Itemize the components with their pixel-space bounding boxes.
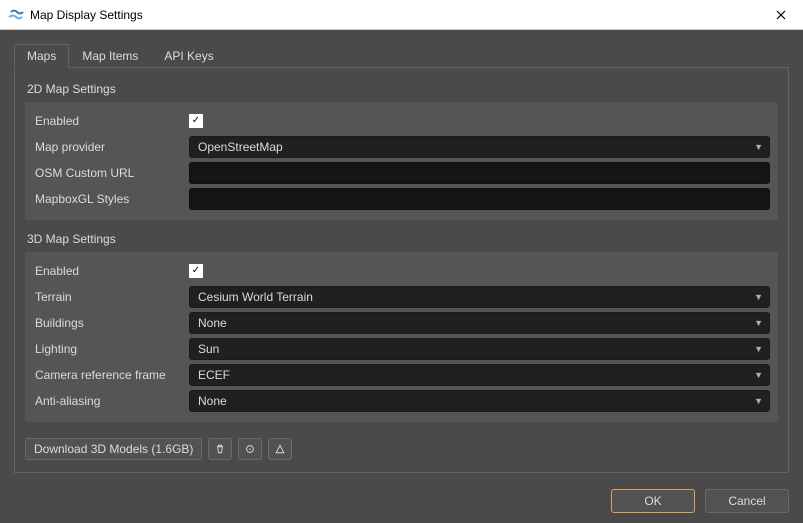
input-osm-custom-url[interactable] bbox=[189, 162, 770, 184]
chevron-down-icon: ▼ bbox=[754, 370, 763, 380]
chevron-down-icon: ▼ bbox=[754, 292, 763, 302]
input-mapboxgl-styles[interactable] bbox=[189, 188, 770, 210]
select-camera-ref-frame[interactable]: ECEF ▼ bbox=[189, 364, 770, 386]
label-lighting: Lighting bbox=[33, 340, 183, 358]
label-osm-custom-url: OSM Custom URL bbox=[33, 164, 183, 182]
select-map-provider[interactable]: OpenStreetMap ▼ bbox=[189, 136, 770, 158]
cancel-button[interactable]: Cancel bbox=[705, 489, 789, 513]
download-3d-models-button[interactable]: Download 3D Models (1.6GB) bbox=[25, 438, 202, 460]
select-buildings[interactable]: None ▼ bbox=[189, 312, 770, 334]
close-icon bbox=[776, 10, 786, 20]
ok-button-label: OK bbox=[644, 494, 661, 508]
select-lighting[interactable]: Sun ▼ bbox=[189, 338, 770, 360]
section-title-2d: 2D Map Settings bbox=[27, 82, 778, 96]
download-3d-models-label: Download 3D Models (1.6GB) bbox=[34, 442, 193, 456]
model-actions-row: Download 3D Models (1.6GB) bbox=[25, 438, 778, 460]
select-anti-aliasing[interactable]: None ▼ bbox=[189, 390, 770, 412]
label-2d-enabled: Enabled bbox=[33, 112, 183, 130]
dialog-body: Maps Map Items API Keys 2D Map Settings … bbox=[0, 30, 803, 523]
label-mapboxgl-styles: MapboxGL Styles bbox=[33, 190, 183, 208]
select-lighting-value: Sun bbox=[198, 342, 219, 356]
tab-api-keys[interactable]: API Keys bbox=[151, 44, 226, 68]
dialog-buttons: OK Cancel bbox=[14, 473, 789, 513]
cancel-button-label: Cancel bbox=[728, 494, 765, 508]
tab-maps[interactable]: Maps bbox=[14, 44, 69, 69]
chevron-down-icon: ▼ bbox=[754, 396, 763, 406]
select-buildings-value: None bbox=[198, 316, 227, 330]
section-3d-map-settings: 3D Map Settings Enabled ✓ Terrain Cesium… bbox=[15, 232, 788, 428]
chevron-down-icon: ▼ bbox=[754, 142, 763, 152]
select-camera-ref-frame-value: ECEF bbox=[198, 368, 230, 382]
label-3d-enabled: Enabled bbox=[33, 262, 183, 280]
triangle-button[interactable] bbox=[268, 438, 292, 460]
label-map-provider: Map provider bbox=[33, 138, 183, 156]
titlebar: Map Display Settings bbox=[0, 0, 803, 30]
label-buildings: Buildings bbox=[33, 314, 183, 332]
form-3d: Enabled ✓ Terrain Cesium World Terrain ▼… bbox=[25, 252, 778, 422]
select-terrain[interactable]: Cesium World Terrain ▼ bbox=[189, 286, 770, 308]
select-anti-aliasing-value: None bbox=[198, 394, 227, 408]
checkbox-2d-enabled[interactable]: ✓ bbox=[189, 114, 203, 128]
tab-api-keys-label: API Keys bbox=[164, 49, 213, 63]
window-title: Map Display Settings bbox=[30, 8, 765, 22]
label-anti-aliasing: Anti-aliasing bbox=[33, 392, 183, 410]
target-icon bbox=[244, 443, 256, 455]
tab-maps-label: Maps bbox=[27, 49, 56, 63]
select-terrain-value: Cesium World Terrain bbox=[198, 290, 313, 304]
ok-button[interactable]: OK bbox=[611, 489, 695, 513]
tabs: Maps Map Items API Keys bbox=[14, 44, 789, 68]
triangle-icon bbox=[274, 443, 286, 455]
chevron-down-icon: ▼ bbox=[754, 344, 763, 354]
select-map-provider-value: OpenStreetMap bbox=[198, 140, 283, 154]
section-2d-map-settings: 2D Map Settings Enabled ✓ Map provider O… bbox=[15, 68, 788, 226]
tab-map-items-label: Map Items bbox=[82, 49, 138, 63]
tab-panel-maps: 2D Map Settings Enabled ✓ Map provider O… bbox=[14, 68, 789, 473]
label-terrain: Terrain bbox=[33, 288, 183, 306]
section-title-3d: 3D Map Settings bbox=[27, 232, 778, 246]
form-2d: Enabled ✓ Map provider OpenStreetMap ▼ O… bbox=[25, 102, 778, 220]
chevron-down-icon: ▼ bbox=[754, 318, 763, 328]
recenter-button[interactable] bbox=[238, 438, 262, 460]
trash-icon bbox=[214, 443, 226, 455]
delete-models-button[interactable] bbox=[208, 438, 232, 460]
checkbox-3d-enabled[interactable]: ✓ bbox=[189, 264, 203, 278]
app-icon bbox=[8, 7, 24, 23]
close-button[interactable] bbox=[765, 3, 797, 27]
tab-map-items[interactable]: Map Items bbox=[69, 44, 151, 68]
label-camera-ref-frame: Camera reference frame bbox=[33, 366, 183, 384]
